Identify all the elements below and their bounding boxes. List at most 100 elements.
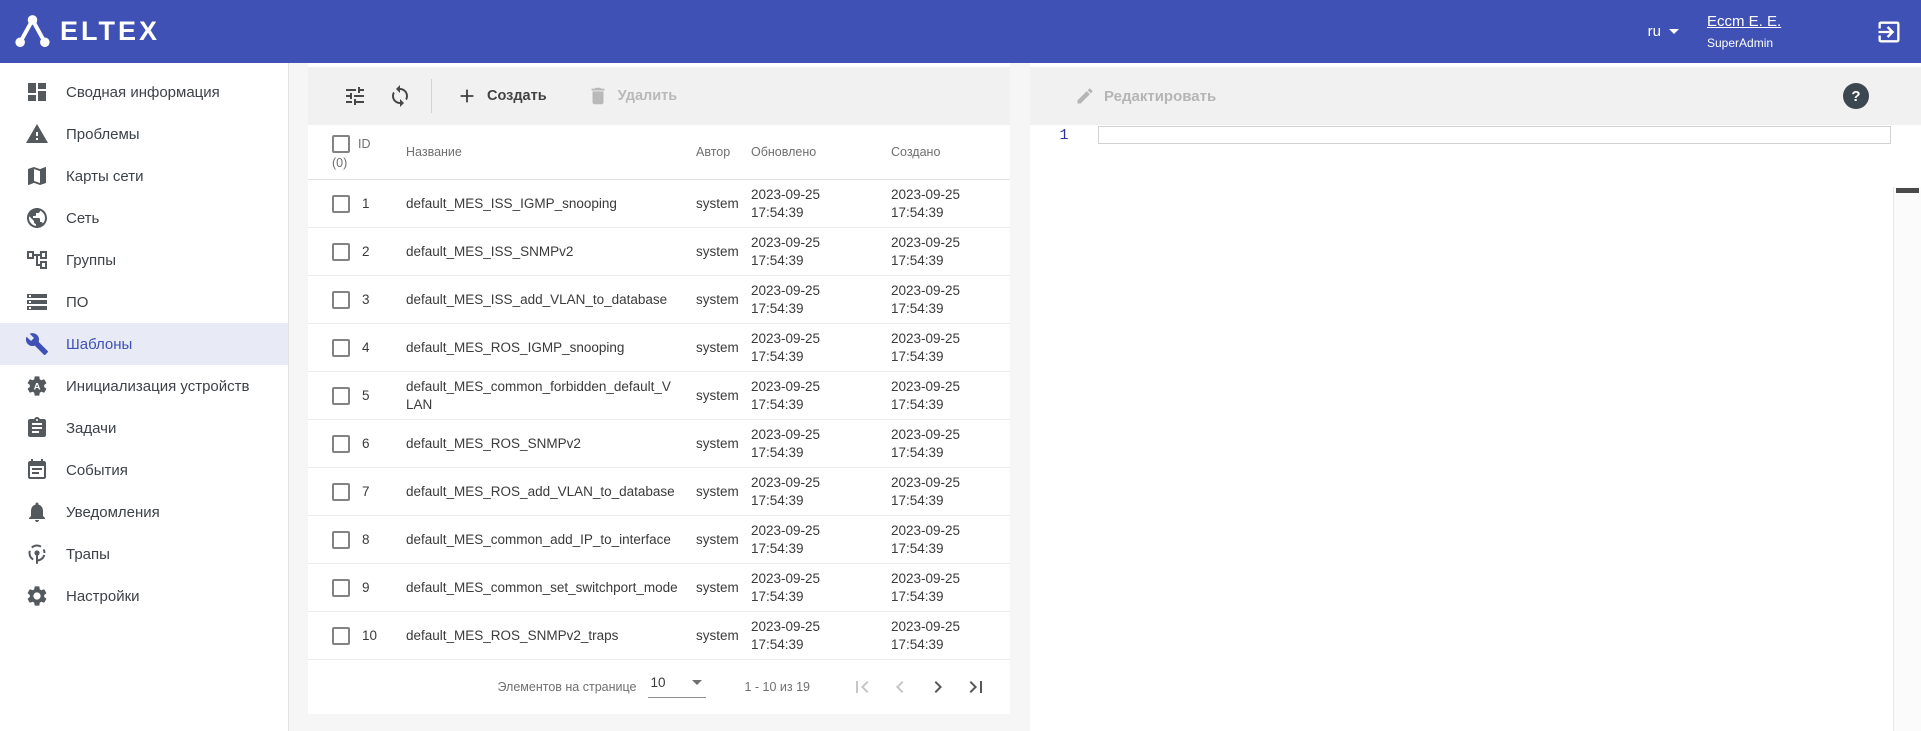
row-updated: 2023-09-25 17:54:39 [751,186,821,220]
sidebar-item-network-maps[interactable]: Карты сети [0,155,288,197]
row-id: 6 [362,436,370,451]
row-checkbox[interactable] [332,434,350,453]
calendar-icon [25,458,49,482]
next-page-button[interactable] [926,675,950,699]
create-button[interactable]: Создать [456,85,547,107]
sidebar-item-label: Трапы [66,545,110,563]
user-name-link[interactable]: Eccm E. E. [1707,13,1781,30]
device-init-icon: A [25,374,49,398]
editor-scrollbar[interactable] [1893,187,1921,731]
sidebar-item-label: Группы [66,251,116,269]
table-row[interactable]: 5 default_MES_common_forbidden_default_VL… [308,372,1010,420]
items-per-page-select[interactable]: 10 [648,675,707,698]
row-updated: 2023-09-25 17:54:39 [751,570,821,604]
table-body: 1 default_MES_ISS_IGMP_snooping system 2023… [308,180,1010,660]
last-page-button[interactable] [964,675,988,699]
sidebar-item-label: События [66,461,128,479]
row-author: system [696,196,739,211]
sidebar-item-templates[interactable]: Шаблоны [0,323,288,365]
table-row[interactable]: 10 default_MES_ROS_SNMPv2_traps system 2023… [308,612,1010,660]
row-id: 4 [362,340,370,355]
table-row[interactable]: 4 default_MES_ROS_IGMP_snooping system 2023… [308,324,1010,372]
row-checkbox[interactable] [332,530,350,549]
table-row[interactable]: 3 default_MES_ISS_add_VLAN_to_database sys… [308,276,1010,324]
editor-line-content[interactable] [1098,126,1891,144]
row-checkbox[interactable] [332,482,350,501]
scrollbar-thumb[interactable] [1896,188,1919,193]
table-row[interactable]: 1 default_MES_ISS_IGMP_snooping system 2023… [308,180,1010,228]
tasks-icon [25,416,49,440]
app-root: ELTEX ru Eccm E. E. SuperAdmin Сводная и… [0,0,1921,731]
items-per-page-label: Элементов на странице [497,679,637,694]
line-number: 1 [1059,127,1069,144]
sidebar-item-label: Шаблоны [66,335,133,353]
row-updated: 2023-09-25 17:54:39 [751,426,821,460]
refresh-icon[interactable] [388,84,412,108]
sidebar-item-label: Инициализация устройств [66,377,250,395]
row-checkbox[interactable] [332,626,350,645]
delete-button[interactable]: Удалить [587,85,677,107]
row-checkbox[interactable] [332,386,350,405]
sidebar-item-summary[interactable]: Сводная информация [0,71,288,113]
map-icon [25,164,49,188]
traps-icon [25,542,49,566]
sidebar-item-label: Настройки [66,587,140,605]
pagination-bar: Элементов на странице 10 1 - 10 из 19 [308,660,1010,713]
first-page-button[interactable] [850,675,874,699]
select-all-checkbox[interactable] [332,134,350,153]
table-header-row: ID (0) Название Автор Обновлено Создано [308,125,1010,180]
sidebar-item-notifications[interactable]: Уведомления [0,491,288,533]
table-row[interactable]: 2 default_MES_ISS_SNMPv2 system 2023-09-25 … [308,228,1010,276]
row-author: system [696,244,739,259]
table-row[interactable]: 8 default_MES_common_add_IP_to_interface s… [308,516,1010,564]
row-name: default_MES_ROS_SNMPv2 [406,435,581,451]
language-selector[interactable]: ru [1648,23,1679,40]
sidebar-item-settings[interactable]: Настройки [0,575,288,617]
sidebar-item-label: Сеть [66,209,100,227]
sidebar-item-traps[interactable]: Трапы [0,533,288,575]
sidebar-item-software[interactable]: ПО [0,281,288,323]
row-id: 5 [362,388,370,403]
selected-count: (0) [332,155,348,170]
sidebar-item-events[interactable]: События [0,449,288,491]
row-checkbox[interactable] [332,242,350,261]
row-name: default_MES_ROS_SNMPv2_traps [406,627,619,643]
row-id: 10 [362,628,378,643]
row-id: 8 [362,532,370,547]
previous-page-button[interactable] [888,675,912,699]
storage-icon [25,290,49,314]
row-checkbox[interactable] [332,290,350,309]
sidebar-item-tasks[interactable]: Задачи [0,407,288,449]
table-row[interactable]: 9 default_MES_common_set_switchport_mode s… [308,564,1010,612]
row-author: system [696,340,739,355]
sidebar-item-problems[interactable]: Проблемы [0,113,288,155]
row-checkbox[interactable] [332,578,350,597]
sidebar-item-groups[interactable]: Группы [0,239,288,281]
logout-icon[interactable] [1875,18,1903,46]
row-id: 3 [362,292,370,307]
row-created: 2023-09-25 17:54:39 [891,618,961,652]
code-editor[interactable]: 1 [1030,125,1921,731]
row-checkbox[interactable] [332,338,350,357]
table-row[interactable]: 7 default_MES_ROS_add_VLAN_to_database sys… [308,468,1010,516]
row-id: 2 [362,244,370,259]
row-author: system [696,388,739,403]
row-updated: 2023-09-25 17:54:39 [751,474,821,508]
row-updated: 2023-09-25 17:54:39 [751,330,821,364]
row-created: 2023-09-25 17:54:39 [891,522,961,556]
help-icon[interactable]: ? [1843,83,1869,109]
row-created: 2023-09-25 17:54:39 [891,330,961,364]
table-toolbar: Создать Удалить [308,67,1010,125]
edit-button[interactable]: Редактировать [1075,86,1216,106]
filter-tune-icon[interactable] [343,84,367,108]
sidebar-item-label: Задачи [66,419,117,437]
sidebar-item-device-init[interactable]: A Инициализация устройств [0,365,288,407]
create-button-label: Создать [487,88,547,104]
sidebar-item-label: ПО [66,293,89,311]
table-row[interactable]: 6 default_MES_ROS_SNMPv2 system 2023-09-25 … [308,420,1010,468]
sidebar-item-network[interactable]: Сеть [0,197,288,239]
row-checkbox[interactable] [332,194,350,213]
templates-panel: Создать Удалить ID (0) Название Автор Об… [308,63,1010,714]
row-name: default_MES_common_set_switchport_mode [406,579,678,595]
column-header-id: ID [358,136,371,151]
